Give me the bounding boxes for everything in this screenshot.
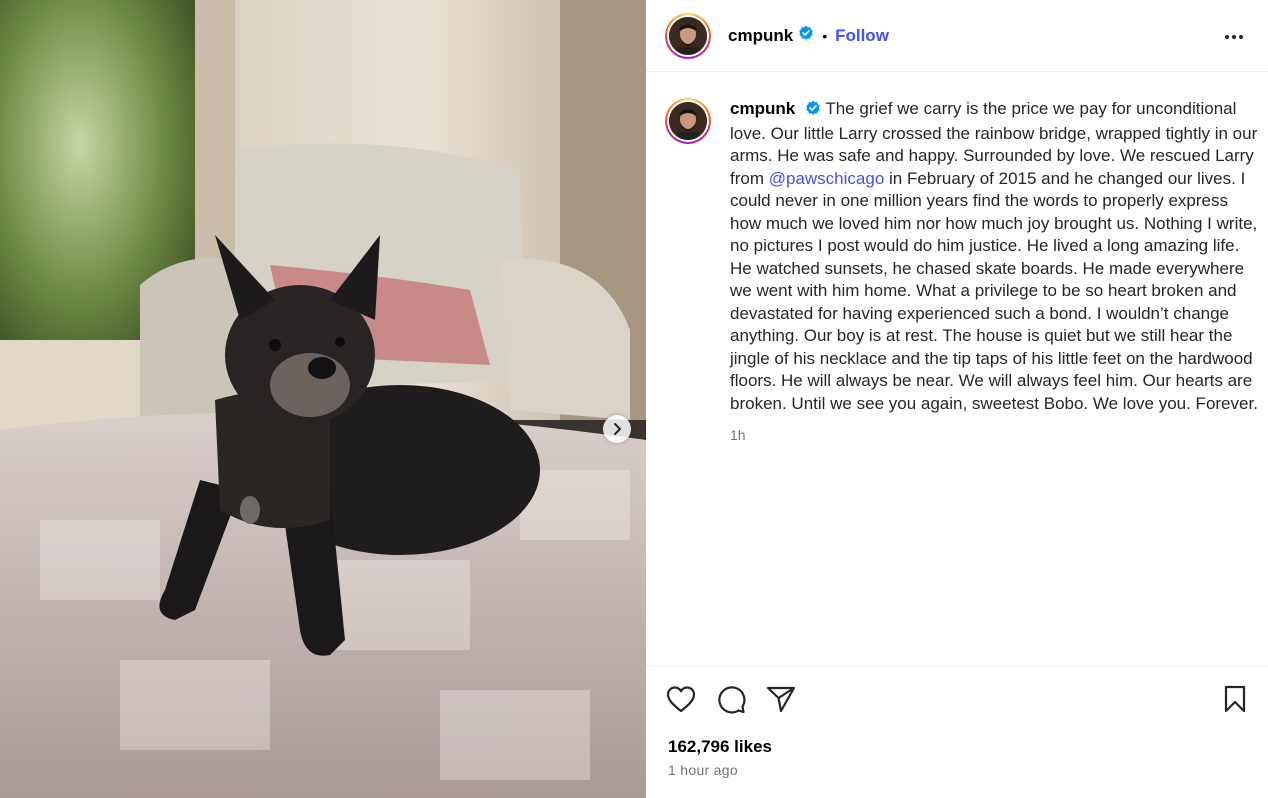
post-username[interactable]: cmpunk bbox=[728, 26, 793, 46]
save-button[interactable] bbox=[1220, 685, 1250, 718]
caption-username[interactable]: cmpunk bbox=[730, 99, 795, 118]
more-options-button[interactable] bbox=[1222, 26, 1246, 46]
caption-body-end: in February of 2015 and he changed our l… bbox=[730, 168, 1258, 413]
verified-badge-icon bbox=[805, 100, 821, 123]
actions-section: 162,796 likes 1 hour ago bbox=[646, 665, 1268, 798]
caption-text: cmpunk The grief we carry is the price w… bbox=[730, 98, 1260, 415]
next-photo-button[interactable] bbox=[603, 415, 631, 443]
post-header: cmpunk • Follow bbox=[646, 0, 1268, 72]
share-icon bbox=[766, 685, 796, 718]
separator-dot: • bbox=[822, 27, 828, 44]
mention-link[interactable]: @pawschicago bbox=[769, 169, 885, 188]
action-buttons bbox=[666, 684, 796, 719]
chevron-right-icon bbox=[610, 422, 624, 436]
post-media[interactable] bbox=[0, 0, 646, 798]
post-photo bbox=[0, 0, 646, 798]
story-ring[interactable] bbox=[665, 12, 711, 59]
likes-count[interactable]: 162,796 likes bbox=[668, 737, 772, 757]
comment-icon bbox=[716, 684, 746, 719]
comment-button[interactable] bbox=[716, 684, 746, 719]
caption-story-ring[interactable] bbox=[665, 98, 711, 144]
heart-icon bbox=[666, 685, 696, 718]
caption: cmpunk The grief we carry is the price w… bbox=[665, 98, 1260, 443]
bookmark-icon bbox=[1223, 685, 1247, 718]
posted-time[interactable]: 1 hour ago bbox=[668, 762, 738, 778]
avatar bbox=[669, 16, 707, 55]
caption-time[interactable]: 1h bbox=[730, 427, 1260, 443]
post-details-panel: cmpunk • Follow cmpunk The grief we carr… bbox=[646, 0, 1268, 798]
verified-badge-icon bbox=[798, 25, 814, 46]
more-options-icon bbox=[1224, 27, 1244, 45]
share-button[interactable] bbox=[766, 686, 796, 716]
follow-button[interactable]: Follow bbox=[835, 26, 889, 46]
caption-avatar bbox=[669, 102, 707, 140]
like-button[interactable] bbox=[666, 685, 696, 718]
